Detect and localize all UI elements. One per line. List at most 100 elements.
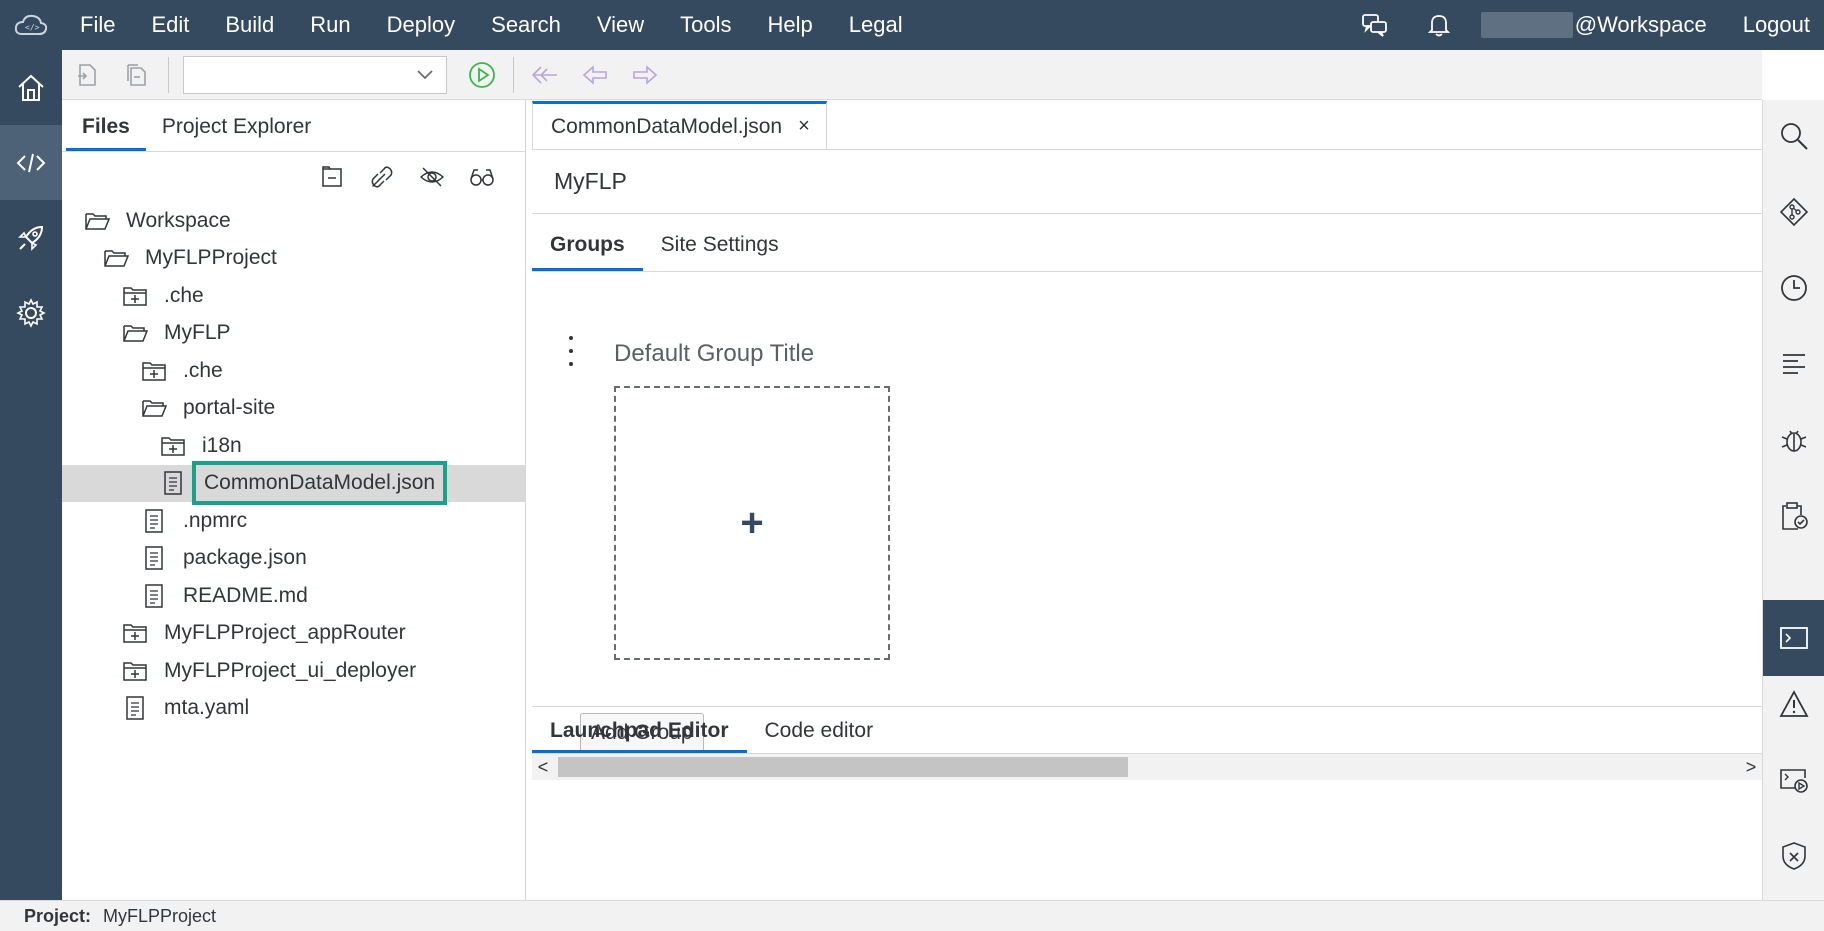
folder-open-icon xyxy=(82,206,112,236)
editor-tab-commondatamodel[interactable]: CommonDataModel.json × xyxy=(532,101,827,149)
horizontal-scrollbar[interactable]: < > xyxy=(532,754,1762,780)
menu-view[interactable]: View xyxy=(579,0,662,50)
bell-icon[interactable] xyxy=(1407,0,1471,50)
status-project-label: Project: xyxy=(24,905,92,926)
tree-file[interactable]: README.md xyxy=(62,577,525,615)
tab-code-editor[interactable]: Code editor xyxy=(747,719,892,753)
user-account[interactable]: @Workspace xyxy=(1480,12,1707,38)
tree-file[interactable]: mta.yaml xyxy=(62,690,525,728)
tree-item-label: package.json xyxy=(183,546,307,570)
file-icon xyxy=(139,581,169,611)
tab-launchpad-editor[interactable]: Launchpad Editor xyxy=(532,719,747,753)
logout-link[interactable]: Logout xyxy=(1707,12,1824,38)
folder-closed-icon xyxy=(120,281,150,311)
console-icon[interactable] xyxy=(1763,600,1824,676)
scroll-left-icon[interactable]: < xyxy=(532,757,554,778)
forward-icon[interactable] xyxy=(620,50,670,100)
tree-item-label: README.md xyxy=(183,583,308,607)
toolbar xyxy=(62,50,1762,100)
file-icon xyxy=(139,506,169,536)
tree-folder[interactable]: MyFLP xyxy=(62,315,525,353)
outline-icon[interactable] xyxy=(1763,334,1824,394)
toolbar-separator xyxy=(168,56,169,93)
redacted-username xyxy=(1480,12,1573,38)
folder-open-icon xyxy=(101,243,131,273)
code-icon[interactable] xyxy=(0,125,62,200)
tree-folder[interactable]: .che xyxy=(62,352,525,390)
scrollbar-thumb[interactable] xyxy=(558,757,1128,777)
new-file-icon[interactable] xyxy=(62,50,112,100)
preview-icon[interactable] xyxy=(457,157,507,197)
group-title[interactable]: Default Group Title xyxy=(614,340,814,368)
tree-file[interactable]: .npmrc xyxy=(62,502,525,540)
tree-file[interactable]: package.json xyxy=(62,540,525,578)
link-editor-icon[interactable] xyxy=(357,157,407,197)
site-tabs: Groups Site Settings xyxy=(532,214,1762,272)
tab-files[interactable]: Files xyxy=(66,115,146,151)
tree-folder[interactable]: .che xyxy=(62,277,525,315)
tab-site-settings[interactable]: Site Settings xyxy=(643,233,797,271)
editor-bottom-tabs: Launchpad Editor Code editor xyxy=(532,706,1762,754)
tree-folder[interactable]: Workspace xyxy=(62,202,525,240)
tree-file[interactable]: CommonDataModel.json xyxy=(62,461,525,506)
tree-item-label: .npmrc xyxy=(183,508,248,532)
back-icon[interactable] xyxy=(570,50,620,100)
editor-tab-label: CommonDataModel.json xyxy=(551,114,783,138)
cloud-code-logo-icon[interactable]: </> xyxy=(0,0,62,50)
activity-bar xyxy=(0,50,62,900)
menu-file[interactable]: File xyxy=(62,0,133,50)
problems-icon[interactable] xyxy=(1763,674,1824,734)
scroll-right-icon[interactable]: > xyxy=(1740,757,1762,778)
menu-tools[interactable]: Tools xyxy=(662,0,749,50)
search-icon[interactable] xyxy=(1763,106,1824,166)
run-icon[interactable] xyxy=(457,50,507,100)
folder-open-icon xyxy=(139,393,169,423)
feedback-icon[interactable] xyxy=(1343,0,1407,50)
debugger-icon[interactable] xyxy=(1763,410,1824,470)
panel-tools xyxy=(62,152,525,202)
tree-folder[interactable]: MyFLPProject_ui_deployer xyxy=(62,652,525,690)
menu-help[interactable]: Help xyxy=(750,0,831,50)
checklist-icon[interactable] xyxy=(1763,486,1824,546)
panel-tabs: Files Project Explorer xyxy=(62,100,525,152)
collapse-all-icon[interactable] xyxy=(307,157,357,197)
menu-deploy[interactable]: Deploy xyxy=(369,0,473,50)
settings-icon[interactable] xyxy=(0,275,62,350)
menu-run[interactable]: Run xyxy=(292,0,368,50)
file-icon xyxy=(158,468,188,498)
rocket-icon[interactable] xyxy=(0,200,62,275)
tree-item-label: .che xyxy=(183,358,223,382)
folder-closed-icon xyxy=(158,431,188,461)
file-icon xyxy=(139,543,169,573)
menu-build[interactable]: Build xyxy=(207,0,292,50)
menu-search[interactable]: Search xyxy=(473,0,579,50)
tree-folder[interactable]: portal-site xyxy=(62,390,525,428)
more-vertical-icon[interactable] xyxy=(566,336,576,366)
tree-item-label: .che xyxy=(164,283,204,307)
hide-hidden-files-icon[interactable] xyxy=(407,157,457,197)
menu-edit[interactable]: Edit xyxy=(133,0,207,50)
tab-groups[interactable]: Groups xyxy=(532,233,643,271)
right-sidebar xyxy=(1762,100,1824,900)
tree-folder[interactable]: MyFLPProject xyxy=(62,240,525,278)
tree-folder[interactable]: i18n xyxy=(62,427,525,465)
tree-item-label: MyFLPProject xyxy=(145,246,277,270)
tree-folder[interactable]: MyFLPProject_appRouter xyxy=(62,615,525,653)
save-all-icon[interactable] xyxy=(112,50,162,100)
editor-tabs: CommonDataModel.json × xyxy=(532,100,1762,150)
run-configuration-select[interactable] xyxy=(183,55,447,94)
tree-item-label: Workspace xyxy=(126,208,231,232)
git-icon[interactable] xyxy=(1763,182,1824,242)
security-icon[interactable] xyxy=(1763,826,1824,886)
menu-legal[interactable]: Legal xyxy=(831,0,921,50)
add-tile-placeholder[interactable]: + xyxy=(614,386,890,660)
tab-project-explorer[interactable]: Project Explorer xyxy=(146,115,327,151)
history-icon[interactable] xyxy=(1763,258,1824,318)
close-icon[interactable]: × xyxy=(798,115,810,138)
run-console-icon[interactable] xyxy=(1763,750,1824,810)
toolbar-separator-2 xyxy=(513,56,514,93)
home-icon[interactable] xyxy=(0,50,62,125)
last-edit-icon[interactable] xyxy=(520,50,570,100)
svg-text:</>: </> xyxy=(25,23,40,32)
menubar-right: @Workspace Logout xyxy=(1343,0,1824,50)
